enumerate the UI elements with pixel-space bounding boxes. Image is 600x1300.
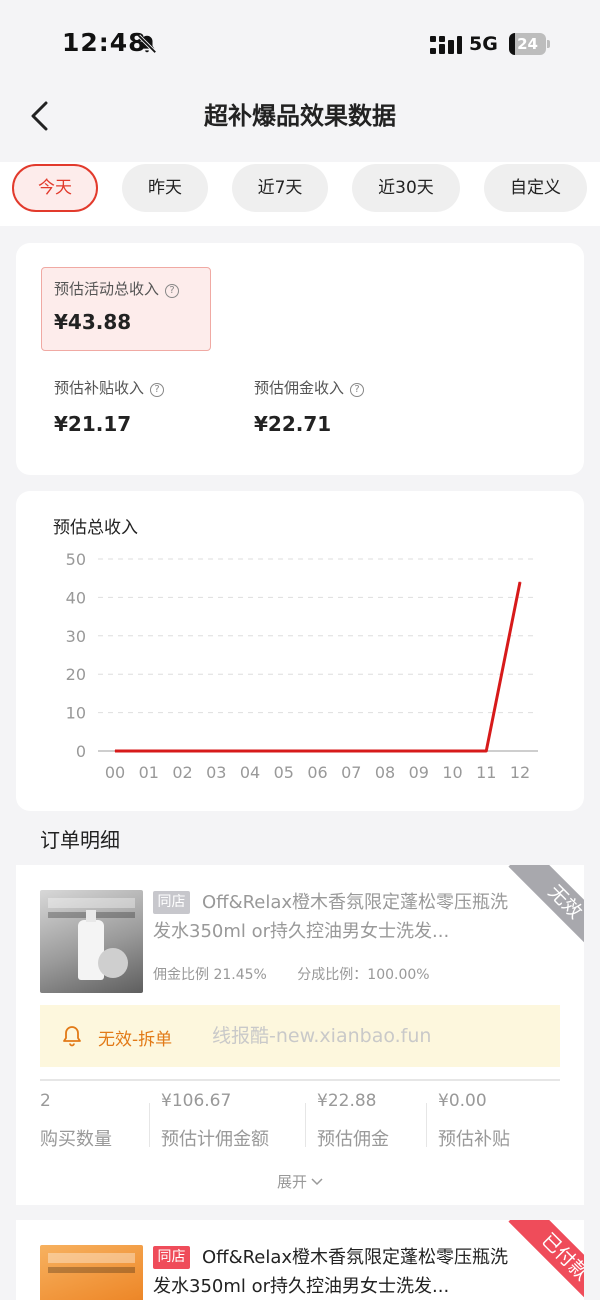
commission-income-value: ¥22.71 [254, 412, 332, 436]
order-card[interactable]: 同店 Off&Relax橙木香氛限定蓬松零压瓶洗发水350ml or持久控油男女士… [16, 865, 584, 1205]
ratio-row: 佣金比例 21.45% 分成比例：100.00% [153, 964, 430, 984]
status-ribbon: 已付款 [488, 1220, 584, 1300]
x-tick-label: 01 [139, 763, 159, 782]
data-point [384, 750, 386, 752]
watermark-text: 线报酷-new.xianbao.fun [212, 1025, 432, 1047]
tab-yesterday[interactable]: 昨天 [122, 164, 208, 212]
product-image [40, 1245, 143, 1300]
product-title[interactable]: 同店 Off&Relax橙木香氛限定蓬松零压瓶洗发水350ml or持久控油男女士… [153, 888, 513, 946]
product-title[interactable]: 同店 Off&Relax橙木香氛限定蓬松零压瓶洗发水350ml or持久控油男女士… [153, 1243, 513, 1300]
summary-card: 预估活动总收入? ¥43.88 预估补贴收入? ¥21.17 预估佣金收入? ¥… [16, 243, 584, 475]
data-point [215, 750, 217, 752]
data-point [485, 750, 487, 752]
data-point [283, 750, 285, 752]
x-tick-label: 08 [375, 763, 395, 782]
signal-icon [430, 36, 462, 54]
x-tick-label: 09 [409, 763, 429, 782]
status-time: 12:48 [62, 28, 147, 57]
stat-subsidy: ¥0.00 预估补贴 [438, 1091, 510, 1150]
y-tick-label: 10 [66, 704, 86, 723]
page-title: 超补爆品效果数据 [204, 102, 396, 130]
stat-quantity: 2 购买数量 [40, 1091, 112, 1150]
battery-level-text: 24 [517, 35, 538, 53]
commission-income-label: 预估佣金收入? [254, 377, 365, 398]
tab-7-days[interactable]: 近7天 [232, 164, 328, 212]
data-point [114, 750, 116, 752]
network-type: 5G [469, 33, 498, 55]
chart-card: 预估总收入 0 10 20 30 40 50 00 01 02 03 04 05 06 07 08 09 10 1… [16, 491, 584, 811]
status-bar: 12:48 5G 24 [0, 0, 600, 90]
y-tick-label: 40 [66, 588, 86, 607]
notice-text: 无效-拆单 [98, 1030, 173, 1050]
battery-icon: 24 [509, 33, 546, 55]
chevron-down-icon [311, 1178, 323, 1186]
x-tick-label: 12 [510, 763, 530, 782]
share-ratio: 分成比例：100.00% [297, 967, 430, 983]
commission-income: 预估佣金收入? ¥22.71 [254, 377, 365, 436]
series-line [115, 581, 522, 753]
data-point [418, 750, 420, 752]
total-income-value: ¥43.88 [54, 310, 132, 334]
x-tick-label: 03 [206, 763, 226, 782]
tab-30-days[interactable]: 近30天 [352, 164, 460, 212]
data-point [350, 750, 352, 752]
total-income-box[interactable]: 预估活动总收入? ¥43.88 [41, 267, 211, 351]
x-tick-label: 07 [341, 763, 361, 782]
x-tick-label: 00 [105, 763, 125, 782]
x-tick-label: 05 [274, 763, 294, 782]
x-tick-label: 11 [476, 763, 496, 782]
subsidy-income-value: ¥21.17 [54, 412, 132, 436]
status-ribbon-text: 已付款 [508, 1220, 584, 1300]
subsidy-income: 预估补贴收入? ¥21.17 [54, 377, 165, 436]
data-point [452, 750, 453, 752]
date-range-tabs: 今天 昨天 近7天 近30天 自定义 [0, 162, 600, 226]
status-ribbon-text: 无效 [508, 865, 584, 959]
commission-ratio: 佣金比例 21.45% [153, 967, 267, 983]
stat-commission: ¥22.88 预估佣金 [317, 1091, 389, 1150]
bell-off-icon [137, 34, 157, 54]
invalid-notice-bar: 无效-拆单 线报酷-new.xianbao.fun [40, 1005, 560, 1067]
help-icon[interactable]: ? [165, 284, 180, 298]
y-tick-label: 20 [66, 665, 86, 684]
x-tick-label: 04 [240, 763, 260, 782]
total-income-label: 预估活动总收入? [54, 278, 180, 299]
data-point [148, 750, 150, 752]
data-point [182, 750, 183, 752]
shop-tag: 同店 [153, 1246, 190, 1269]
shop-tag: 同店 [153, 891, 190, 914]
expand-button[interactable]: 展开 [16, 1171, 584, 1192]
tab-today[interactable]: 今天 [12, 164, 98, 212]
subsidy-income-label: 预估补贴收入? [54, 377, 165, 398]
x-tick-label: 10 [442, 763, 462, 782]
y-tick-label: 0 [76, 742, 86, 761]
stat-commission-base: ¥106.67 预估计佣金额 [161, 1091, 269, 1150]
income-line-chart: 0 10 20 30 40 50 00 01 02 03 04 05 06 07 08 09 10 11 12 [66, 550, 538, 782]
help-icon[interactable]: ? [350, 383, 365, 397]
help-icon[interactable]: ? [150, 383, 165, 397]
y-tick-label: 50 [66, 550, 86, 569]
data-point [249, 750, 251, 752]
status-ribbon: 无效 [488, 865, 584, 961]
orders-section-title: 订单明细 [40, 828, 120, 852]
divider [40, 1079, 560, 1081]
x-tick-label: 06 [307, 763, 327, 782]
product-image [40, 890, 143, 993]
x-tick-label: 02 [172, 763, 192, 782]
tab-custom[interactable]: 自定义 [484, 164, 587, 212]
data-point [317, 750, 318, 752]
order-card[interactable]: 同店 Off&Relax橙木香氛限定蓬松零压瓶洗发水350ml or持久控油男女士… [16, 1220, 584, 1300]
bell-icon [63, 1026, 81, 1047]
y-tick-label: 30 [66, 627, 86, 646]
data-point [519, 581, 521, 583]
